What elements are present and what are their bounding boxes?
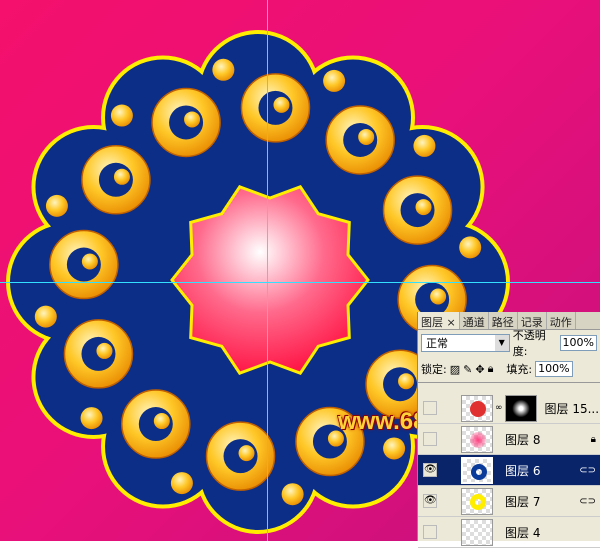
layer-thumbnail [461,487,493,515]
link-icon: ∞ [495,403,503,413]
fill-label: 填充: [506,363,533,376]
eye-icon[interactable]: 👁︎ [423,463,437,477]
cloud-knob [34,305,57,328]
layer-row[interactable]: 图层 4 [418,517,600,548]
layer-thumbnail [461,518,493,546]
cloud-swirl-core [430,288,447,305]
layer-name: 图层 4 [505,525,541,540]
layer-name: 图层 7 [505,494,541,509]
layer-mask-thumbnail[interactable] [504,394,537,422]
cloud-swirl-core [358,128,375,145]
tab-layers[interactable]: 图层 × [418,312,460,329]
cloud-knob [413,134,436,157]
lock-row: 锁定: ▨ ✎ ✥ 🔒︎ 填充: 100% [418,356,600,382]
cloud-knob [383,437,406,460]
lock-move-icon[interactable]: ✥ [475,363,484,376]
link-icon: ⊂⊃ [579,495,596,507]
visibility-toggle[interactable] [423,525,437,539]
cloud-swirl-core [153,413,170,430]
visibility-toggle[interactable] [423,432,437,446]
cloud-swirl-core [184,111,201,128]
visibility-toggle[interactable] [423,401,437,415]
lock-icon: 🔒︎ [590,433,596,445]
guide-horizontal[interactable] [0,282,600,283]
opacity-label: 不透明度: [512,329,546,358]
cloud-swirl-core [273,96,290,113]
blend-row: 正常 ▼ 不透明度: 100% [418,329,600,358]
fill-input[interactable]: 100% [535,361,573,377]
cloud-knob [323,69,346,92]
lock-paint-icon[interactable]: ✎ [463,363,472,376]
layer-row-selected[interactable]: 👁︎ 图层 6 ⊂⊃ [418,455,600,486]
layer-row[interactable]: ∞ 图层 15... [418,393,600,424]
tab-channels[interactable]: 通道 [460,312,489,329]
layer-thumbnail [461,456,493,484]
cloud-swirl-core [96,342,113,359]
cloud-knob [281,483,304,506]
layer-name: 图层 15... [544,401,600,416]
cloud-knob [212,58,235,81]
cloud-knob [170,472,193,495]
cloud-knob [459,236,482,259]
opacity-input[interactable]: 100% [559,335,597,351]
layer-row[interactable]: 👁︎ 图层 7 ⊂⊃ [418,486,600,517]
cloud-knob [45,194,68,217]
lock-label: 锁定: [421,363,447,376]
chevron-down-icon[interactable]: ▼ [494,335,509,351]
cloud-swirl-core [398,373,415,390]
guide-vertical[interactable] [267,0,268,541]
lock-transparency-icon[interactable]: ▨ [450,363,460,376]
layer-thumbnail [461,425,493,453]
cloud-knob [80,407,103,430]
panel-tabs: 图层 × 通道 路径 记录 动作 [418,312,600,330]
layer-row[interactable]: 图层 8 🔒︎ [418,424,600,455]
eye-icon[interactable]: 👁︎ [423,494,437,508]
cloud-swirl-core [415,199,432,216]
blend-mode-value: 正常 [426,337,448,350]
cloud-swirl-core [238,445,255,462]
blend-mode-select[interactable]: 正常 ▼ [421,334,510,352]
cloud-swirl-core [113,168,130,185]
layer-name: 图层 8 [505,432,541,447]
layer-thumbnail [461,394,493,422]
cloud-swirl-core [81,253,98,270]
layers-panel: 图层 × 通道 路径 记录 动作 正常 ▼ 不透明度: 100% 锁定: ▨ ✎ … [417,312,600,548]
link-icon: ⊂⊃ [579,464,596,476]
close-icon[interactable]: × [447,316,456,329]
lock-all-icon[interactable]: 🔒︎ [488,362,494,376]
cloud-knob [110,104,133,127]
layer-name: 图层 6 [505,463,541,478]
tab-label: 图层 [421,316,443,329]
layer-list: ∞ 图层 15... 图层 8 🔒︎ 👁︎ 图层 6 ⊂⊃ 👁︎ 图层 7 ⊂⊃… [418,382,600,548]
